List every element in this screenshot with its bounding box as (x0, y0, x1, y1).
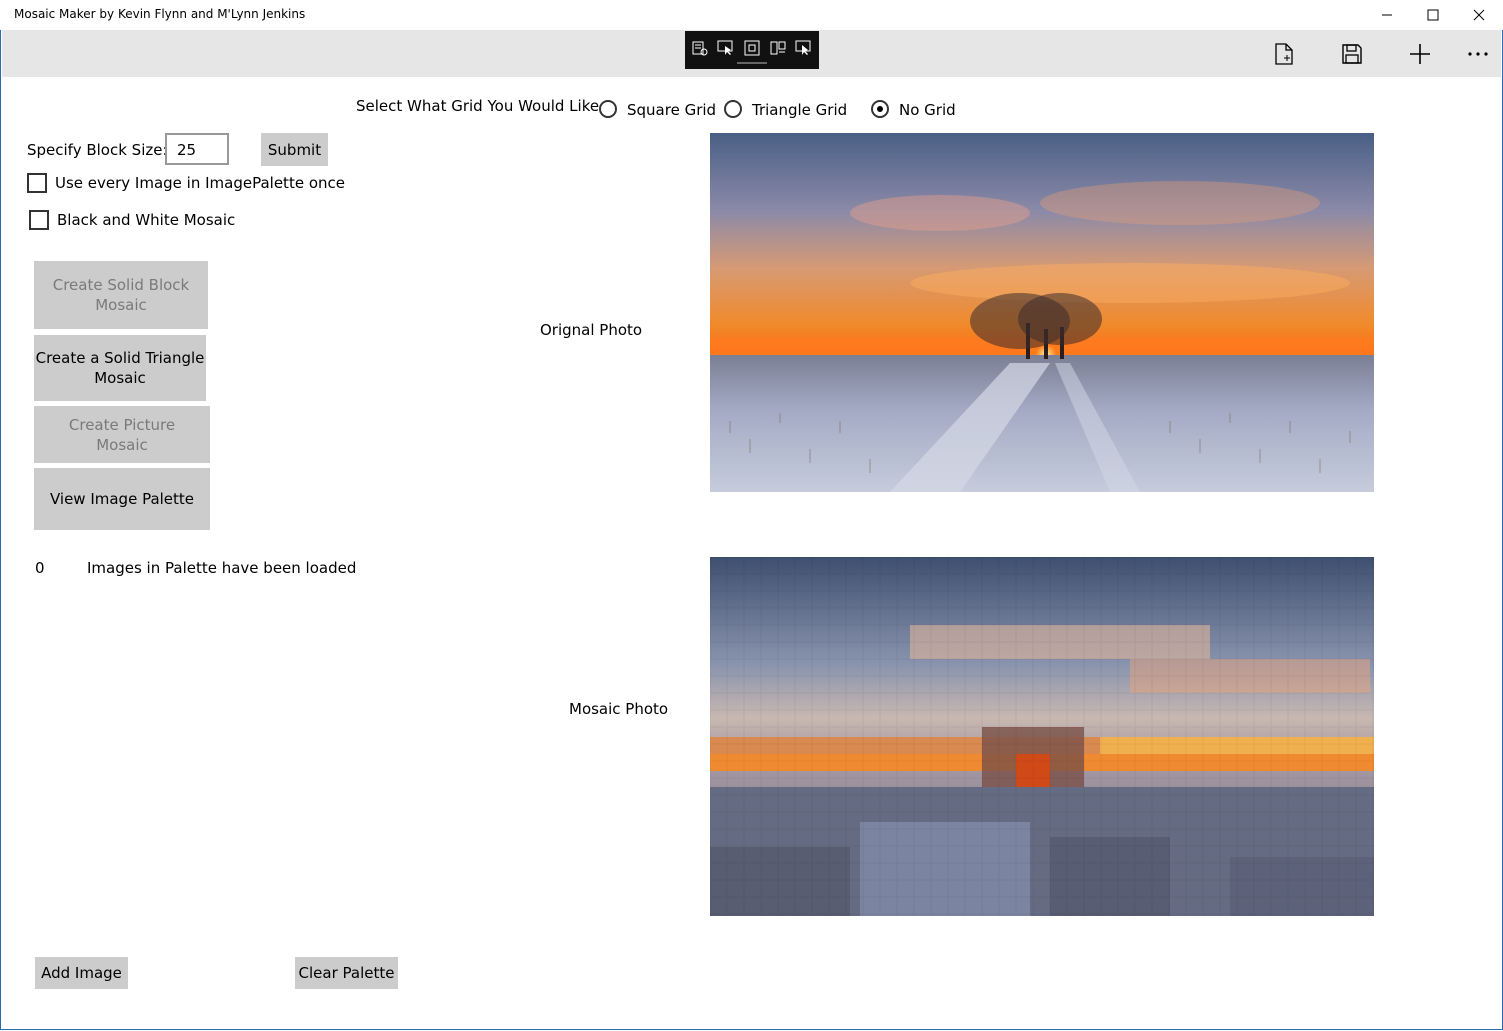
no-grid-radio[interactable] (871, 100, 889, 118)
create-solid-triangle-button[interactable]: Create a Solid Triangle Mosaic (34, 335, 206, 401)
window-title: Mosaic Maker by Kevin Flynn and M'Lynn J… (14, 7, 306, 21)
submit-button[interactable]: Submit (261, 133, 328, 166)
add-image-button[interactable]: Add Image (35, 957, 128, 989)
live-tree-icon[interactable] (691, 39, 709, 57)
mosaic-photo (710, 557, 1374, 916)
more-icon[interactable] (1462, 40, 1494, 68)
use-every-image-checkbox[interactable] (27, 173, 47, 193)
select-element-icon[interactable] (717, 39, 735, 57)
use-every-image-label[interactable]: Use every Image in ImagePalette once (55, 174, 345, 192)
save-icon[interactable] (1336, 40, 1368, 68)
drag-handle[interactable] (737, 62, 767, 64)
black-white-label[interactable]: Black and White Mosaic (57, 211, 235, 229)
grid-prompt: Select What Grid You Would Like (356, 97, 600, 115)
minimize-icon[interactable] (1364, 0, 1410, 30)
clear-palette-button[interactable]: Clear Palette (295, 957, 398, 989)
triangle-grid-radio[interactable] (724, 100, 742, 118)
block-size-input[interactable]: 25 (165, 133, 229, 165)
block-size-label: Specify Block Size: (27, 141, 168, 159)
maximize-icon[interactable] (1410, 0, 1456, 30)
no-grid-label[interactable]: No Grid (899, 101, 956, 119)
black-white-checkbox[interactable] (29, 210, 49, 230)
original-photo (710, 133, 1374, 492)
palette-status: Images in Palette have been loaded (87, 559, 357, 577)
original-photo-label: Orignal Photo (540, 321, 643, 339)
create-solid-block-button[interactable]: Create Solid Block Mosaic (34, 261, 208, 329)
palette-count: 0 (35, 559, 45, 577)
display-layout-icon[interactable] (743, 39, 761, 57)
close-icon[interactable] (1456, 0, 1502, 30)
square-grid-radio[interactable] (599, 100, 617, 118)
triangle-grid-label[interactable]: Triangle Grid (752, 101, 847, 119)
square-grid-label[interactable]: Square Grid (627, 101, 716, 119)
title-bar: Mosaic Maker by Kevin Flynn and M'Lynn J… (0, 0, 1503, 30)
create-picture-mosaic-button[interactable]: Create Picture Mosaic (34, 406, 210, 463)
mosaic-photo-label: Mosaic Photo (569, 700, 669, 718)
preview-selection-icon[interactable] (795, 39, 813, 57)
add-icon[interactable] (1404, 40, 1436, 68)
track-focus-icon[interactable] (769, 39, 787, 57)
new-file-icon[interactable] (1268, 40, 1300, 68)
view-image-palette-button[interactable]: View Image Palette (34, 468, 210, 530)
debug-toolbar (685, 31, 819, 69)
